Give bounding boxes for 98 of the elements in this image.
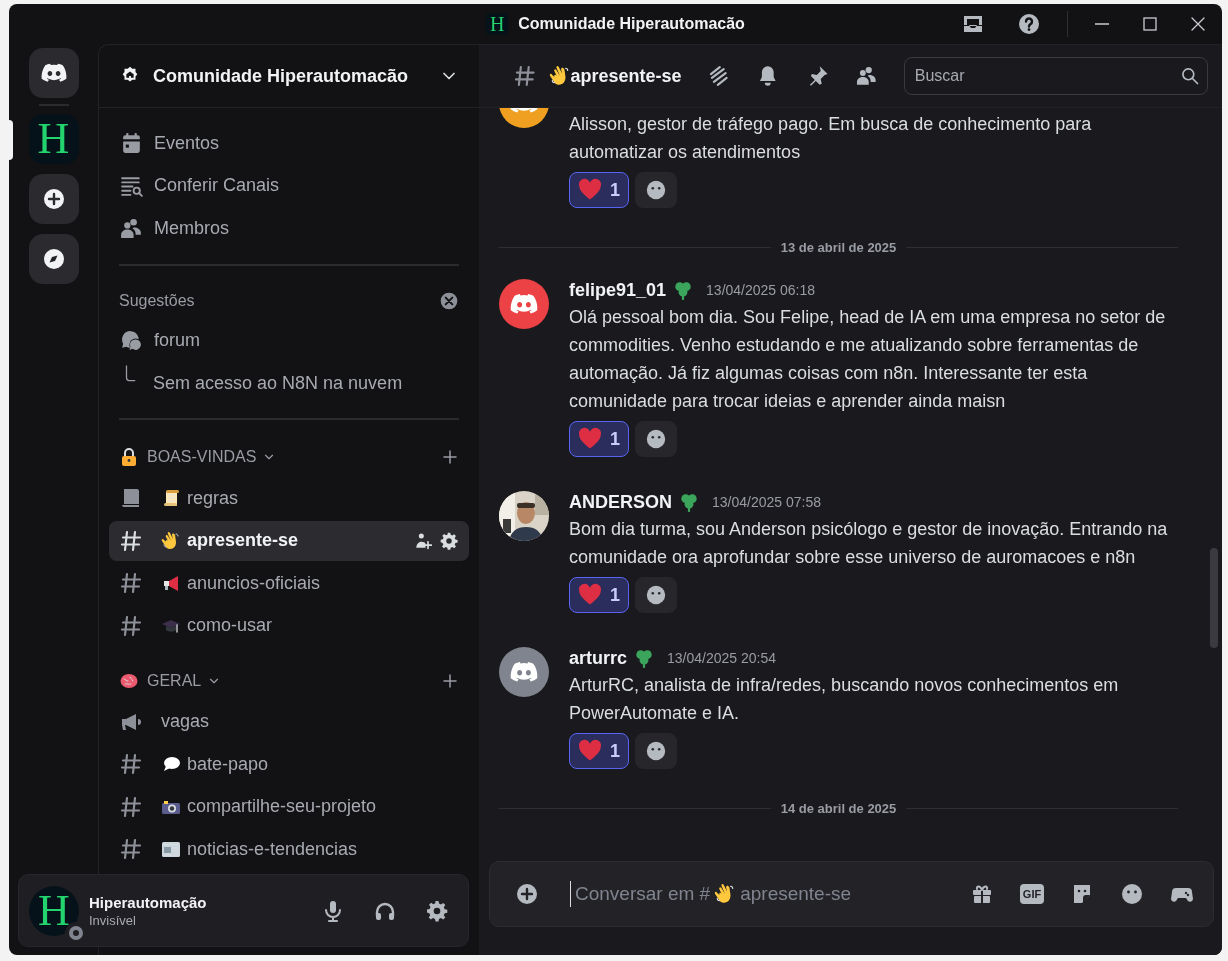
channel-title: apresente-se [570,65,682,87]
heart-icon [578,739,602,763]
hash-icon [513,64,537,88]
attach-icon [515,882,539,906]
help-icon [1017,12,1041,36]
close-icon[interactable] [439,290,459,311]
reaction-button[interactable]: 1 [569,733,629,769]
add-reaction-button[interactable] [635,172,677,208]
hash-icon [119,794,143,819]
channel-name: bate-papo [187,753,269,775]
channel-name: apresente-se [187,530,299,551]
thread-link[interactable]: Sem acesso ao N8N na nuvem [153,372,403,394]
newspaper-icon [161,839,181,859]
add-reaction-button[interactable] [635,421,677,457]
reaction-button[interactable]: 1 [569,421,629,457]
channel-item[interactable]: vagas [109,701,469,742]
window-title: Comunidade Hiperautomacão [518,15,745,33]
user-name: Hiperautomação [89,893,207,911]
clover-icon [678,491,700,513]
author-name[interactable]: felipe91_01 [569,279,667,301]
emoji-icon [1120,882,1144,906]
add-reaction-button[interactable] [635,733,677,769]
lock-icon [119,447,139,467]
compass-icon [41,247,66,271]
home-button[interactable] [28,48,79,98]
channel-name: compartilhe-seu-projeto [187,796,377,817]
server-name[interactable]: Comunidade Hiperautomacão [153,65,427,87]
members-icon[interactable] [855,64,879,88]
category-title[interactable]: GERAL [147,671,202,690]
add-reaction-icon [645,584,667,606]
add-reaction-button[interactable] [635,577,677,613]
megaphone-icon [161,573,181,593]
hash-icon [119,571,143,595]
minimize-icon [1095,23,1109,25]
category-title[interactable]: BOAS-VINDAS [147,448,257,466]
channel-item[interactable]: regras [109,478,469,518]
channel-name: como-usar [187,615,273,636]
add-reaction-icon [645,428,667,450]
gif-button[interactable]: GIF [1020,884,1044,904]
hash-icon [119,837,143,861]
user-status: Invisível [89,912,137,928]
channel-item[interactable]: noticias-e-tendencias [109,829,469,869]
discover-button[interactable] [28,234,79,284]
channel-name: regras [187,487,239,509]
message-field[interactable]: Conversar em # apresente-se [570,874,951,914]
add-button[interactable] [28,174,79,224]
reaction-button[interactable]: 1 [569,172,629,208]
channel-name: vagas [161,711,210,732]
search-icon [1180,66,1200,86]
timestamp: 13/04/2025 20:54 [667,650,777,666]
message-text: Bom dia turma, sou Anderson psicólogo e gestor de inovação. Entrando na comunidade ora aprofundar sobre esse universo de auromacoes e n8n [569,518,1169,569]
heart-icon [578,427,602,451]
add-reaction-icon [645,179,667,201]
reaction-button[interactable]: 1 [569,577,629,613]
placeholder-text: Conversar em # [575,883,711,905]
channel-item[interactable]: apresente-se [109,520,469,561]
message-text: Alisson, gestor de tráfego pago. Em busca de conhecimento para automatizar os atendimentos [569,113,1093,164]
placeholder-text: apresente-se [740,883,852,905]
scrollbar[interactable] [1210,548,1218,648]
add-server-icon [41,187,66,211]
channel-name: anuncios-oficiais [187,572,321,594]
hash-icon [119,752,143,776]
settings-icon [425,898,449,923]
add-reaction-icon [645,740,667,762]
search-field[interactable]: Buscar [903,57,1208,95]
author-name[interactable]: arturrc [569,647,628,669]
hash-icon [119,613,143,638]
user-avatar[interactable] [499,647,549,697]
plus-icon[interactable] [441,448,459,466]
message-text: Olá pessoal bom dia. Sou Felipe, head de IA em uma empresa no setor de commodities. Venho estudando e me atualizando sobre ferramentas de automação. Já fiz algumas coisas com n8n. Interessante ter esta comunidade para trocar ideias e aprender ainda maisn [569,306,1167,413]
settings-icon[interactable] [439,530,459,551]
plus-icon[interactable] [441,671,459,690]
channel-item[interactable]: como-usar [109,605,469,646]
author-name[interactable]: ANDERSON [569,491,672,513]
nav-link[interactable]: Eventos [154,132,220,154]
heart-icon [578,583,602,607]
date-divider: 13 de abril de 2025 [780,240,897,255]
timestamp: 13/04/2025 06:18 [706,282,816,298]
message-text: ArturRC, analista de infra/redes, buscando novos conhecimentos em PowerAutomate e IA. [569,674,1120,725]
nav-link[interactable]: Conferir Canais [154,175,280,197]
channel-item[interactable]: anuncios-oficiais [109,563,469,603]
timestamp: 13/04/2025 07:58 [712,494,821,510]
waving-hand-icon [161,530,181,551]
user-avatar[interactable] [499,279,549,329]
channel-link[interactable]: forum [154,330,200,352]
waving-hand-icon [548,65,571,87]
scroll-icon [161,488,181,508]
heart-icon [578,178,602,202]
server-icon[interactable]: H [28,114,79,164]
date-divider: 14 de abril de 2025 [780,801,897,816]
channel-item[interactable]: bate-papo [109,744,469,784]
channel-item[interactable]: compartilhe-seu-projeto [109,786,469,827]
section-title: Sugestões [119,291,196,310]
server-logo: H [486,13,509,35]
channel-name: noticias-e-tendencias [187,838,358,860]
nav-link[interactable]: Membros [154,217,229,239]
speech-bubble-icon [161,754,181,774]
hash-icon [119,528,143,553]
